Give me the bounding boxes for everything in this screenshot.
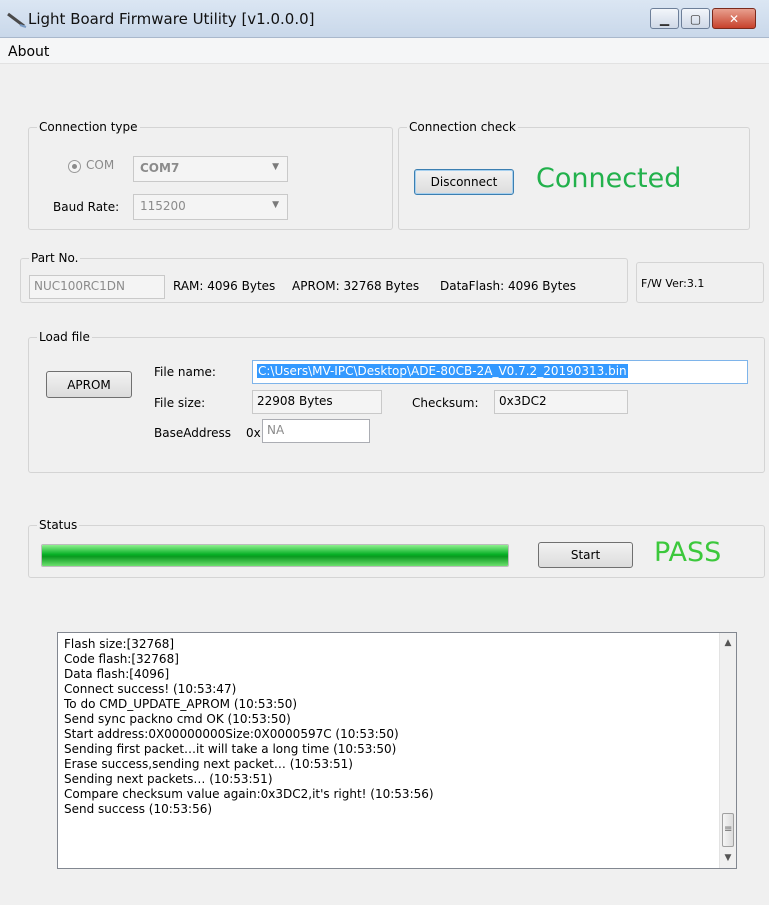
aprom-info: APROM: 32768 Bytes <box>292 279 420 293</box>
window-title: Light Board Firmware Utility [v1.0.0.0] <box>28 10 315 28</box>
load-file-group: Load file <box>28 330 765 473</box>
com-radio[interactable] <box>68 160 81 173</box>
file-name-label: File name: <box>154 365 216 379</box>
log-box[interactable]: Flash size:[32768] Code flash:[32768] Data… <box>57 632 737 869</box>
base-address-prefix: 0x <box>246 426 261 440</box>
fw-version: F/W Ver:3.1 <box>641 277 705 290</box>
chevron-down-icon: ▼ <box>272 162 279 172</box>
start-button[interactable]: Start <box>538 542 633 568</box>
base-address-field[interactable]: NA <box>262 419 370 443</box>
file-name-value: C:\Users\MV-IPC\Desktop\ADE-80CB-2A_V0.7… <box>257 364 628 378</box>
baud-rate-select[interactable]: 115200 ▼ <box>133 194 288 220</box>
result-status: PASS <box>654 537 722 568</box>
chevron-down-icon: ▼ <box>272 200 279 210</box>
log-scrollbar[interactable]: ▲ ▼ <box>719 633 736 868</box>
close-icon: ✕ <box>728 11 740 26</box>
part-no-legend: Part No. <box>31 251 79 265</box>
connection-check-legend: Connection check <box>409 120 516 134</box>
com-radio-label: COM <box>86 158 115 172</box>
base-address-label: BaseAddress <box>154 426 232 440</box>
log-line: Flash size:[32768] <box>64 637 175 651</box>
scroll-up-icon[interactable]: ▲ <box>720 635 736 651</box>
log-line: Start address:0X00000000Size:0X0000597C … <box>64 727 399 741</box>
baud-rate-value: 115200 <box>140 199 186 213</box>
title-bar[interactable]: Light Board Firmware Utility [v1.0.0.0] … <box>0 0 769 38</box>
log-line: To do CMD_UPDATE_APROM (10:53:50) <box>64 697 298 711</box>
scroll-thumb[interactable] <box>722 813 734 847</box>
log-line: Code flash:[32768] <box>64 652 179 666</box>
ram-info: RAM: 4096 Bytes <box>173 279 276 293</box>
dataflash-info: DataFlash: 4096 Bytes <box>440 279 576 293</box>
file-name-field[interactable]: C:\Users\MV-IPC\Desktop\ADE-80CB-2A_V0.7… <box>252 360 748 384</box>
scroll-down-icon[interactable]: ▼ <box>720 850 736 866</box>
log-line: Data flash:[4096] <box>64 667 170 681</box>
connection-status: Connected <box>536 163 682 194</box>
com-port-select[interactable]: COM7 ▼ <box>133 156 288 182</box>
log-line: Send success (10:53:56) <box>64 802 213 816</box>
maximize-icon: ▢ <box>689 11 702 26</box>
close-button[interactable]: ✕ <box>712 8 756 29</box>
log-line: Send sync packno cmd OK (10:53:50) <box>64 712 291 726</box>
maximize-button[interactable]: ▢ <box>681 8 710 29</box>
load-file-legend: Load file <box>39 330 90 344</box>
progress-bar <box>41 544 509 567</box>
com-port-value: COM7 <box>140 161 180 175</box>
aprom-button[interactable]: APROM <box>46 371 132 398</box>
status-legend: Status <box>39 518 78 532</box>
log-line: Sending first packet…it will take a long… <box>64 742 397 756</box>
minimize-icon: ▁ <box>659 11 670 26</box>
log-line: Erase success,sending next packet… (10:5… <box>64 757 353 771</box>
file-size-field: 22908 Bytes <box>252 390 382 414</box>
menu-bar: About <box>0 38 769 64</box>
log-line: Compare checksum value again:0x3DC2,it's… <box>64 787 434 801</box>
log-line: Connect success! (10:53:47) <box>64 682 237 696</box>
checksum-label: Checksum: <box>412 396 479 410</box>
log-line: Sending next packets… (10:53:51) <box>64 772 273 786</box>
baud-rate-label: Baud Rate: <box>53 200 120 214</box>
log-lines: Flash size:[32768] Code flash:[32768] Data… <box>64 637 736 817</box>
app-icon <box>7 12 27 28</box>
minimize-button[interactable]: ▁ <box>650 8 679 29</box>
file-size-label: File size: <box>154 396 206 410</box>
connection-type-legend: Connection type <box>39 120 138 134</box>
part-no-field: NUC100RC1DN <box>29 275 165 299</box>
checksum-field: 0x3DC2 <box>494 390 628 414</box>
disconnect-button[interactable]: Disconnect <box>414 169 514 195</box>
progress-bar-fill <box>42 545 508 566</box>
menu-about[interactable]: About <box>8 44 49 60</box>
